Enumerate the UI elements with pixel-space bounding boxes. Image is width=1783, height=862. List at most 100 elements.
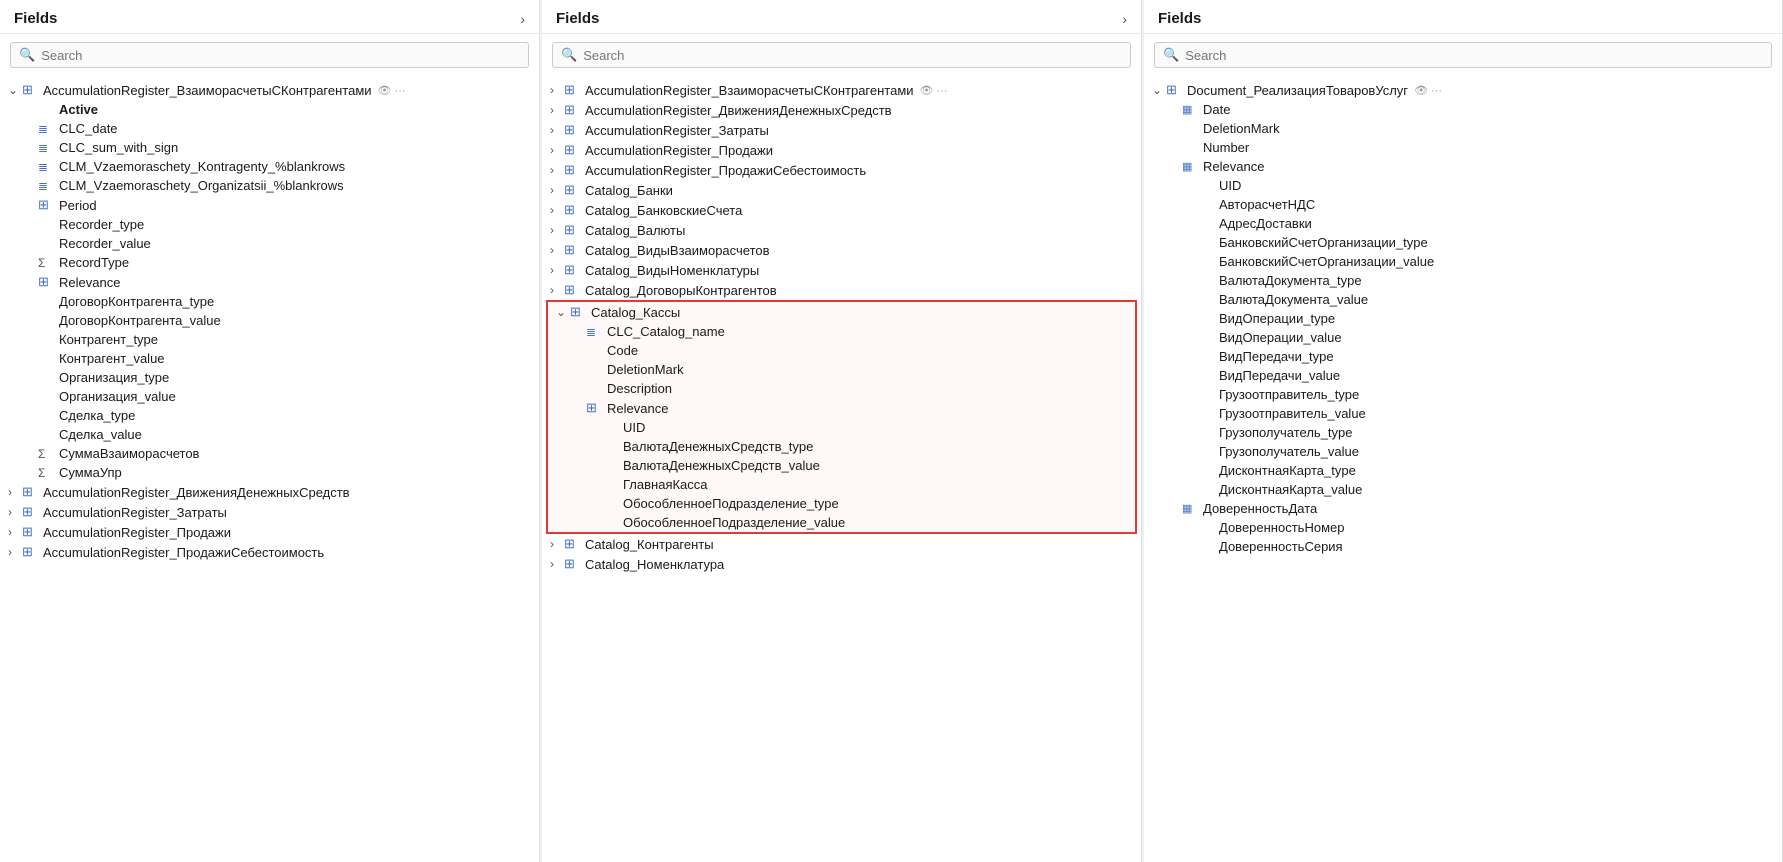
tree-item-label: UID bbox=[1219, 178, 1241, 193]
tree-item[interactable]: Number bbox=[1144, 138, 1782, 157]
tree-item[interactable]: ДоговорКонтрагента_type bbox=[0, 292, 539, 311]
tree-item[interactable]: ▦Date bbox=[1144, 100, 1782, 119]
tree-item[interactable]: ДисконтнаяКарта_value bbox=[1144, 480, 1782, 499]
tree-item-label: Грузополучатель_value bbox=[1219, 444, 1359, 459]
tree-item[interactable]: ›⊞AccumulationRegister_ДвиженияДенежныхС… bbox=[542, 100, 1141, 120]
middle-search-input[interactable] bbox=[583, 48, 1122, 63]
tree-item[interactable]: ›⊞Catalog_ДоговорыКонтрагентов bbox=[542, 280, 1141, 300]
tree-item-label: Catalog_БанковскиеСчета bbox=[585, 203, 742, 218]
middle-search-box[interactable]: 🔍 bbox=[552, 42, 1131, 68]
tree-item[interactable]: АвторасчетНДС bbox=[1144, 195, 1782, 214]
tree-item[interactable]: ›⊞AccumulationRegister_Продажи bbox=[0, 522, 539, 542]
tree-item[interactable]: АдресДоставки bbox=[1144, 214, 1782, 233]
tree-chevron: › bbox=[550, 163, 564, 177]
tree-item[interactable]: БанковскийСчетОрганизации_value bbox=[1144, 252, 1782, 271]
tree-item[interactable]: Грузополучатель_value bbox=[1144, 442, 1782, 461]
tree-item[interactable]: ДоверенностьНомер bbox=[1144, 518, 1782, 537]
tree-chevron: › bbox=[8, 505, 22, 519]
tree-item[interactable]: ›⊞Catalog_БанковскиеСчета bbox=[542, 200, 1141, 220]
tree-item[interactable]: ⊞Period bbox=[0, 195, 539, 215]
tree-item-label: ВидПередачи_type bbox=[1219, 349, 1334, 364]
tree-item[interactable]: Code bbox=[548, 341, 1135, 360]
tree-item[interactable]: ⊞Relevance bbox=[548, 398, 1135, 418]
tree-item[interactable]: Организация_type bbox=[0, 368, 539, 387]
tree-item[interactable]: ≣CLM_Vzaemoraschety_Organizatsii_%blankr… bbox=[0, 176, 539, 195]
tree-item[interactable]: ›⊞AccumulationRegister_Продажи bbox=[542, 140, 1141, 160]
tree-item[interactable]: Организация_value bbox=[0, 387, 539, 406]
tree-item[interactable]: ≣CLM_Vzaemoraschety_Kontragenty_%blankro… bbox=[0, 157, 539, 176]
left-search-input[interactable] bbox=[41, 48, 520, 63]
tree-item[interactable]: ≣CLC_date bbox=[0, 119, 539, 138]
tree-item[interactable]: Recorder_value bbox=[0, 234, 539, 253]
tree-item[interactable]: БанковскийСчетОрганизации_type bbox=[1144, 233, 1782, 252]
tree-item[interactable]: ⊞Relevance bbox=[0, 272, 539, 292]
tree-item[interactable]: ›⊞Catalog_Банки bbox=[542, 180, 1141, 200]
tree-item[interactable]: ΣСуммаВзаиморасчетов bbox=[0, 444, 539, 463]
tree-item[interactable]: DeletionMark bbox=[548, 360, 1135, 379]
tree-item[interactable]: Контрагент_type bbox=[0, 330, 539, 349]
tree-item[interactable]: ›⊞Catalog_Контрагенты bbox=[542, 534, 1141, 554]
tree-item-label: ДоговорКонтрагента_value bbox=[59, 313, 221, 328]
tree-item[interactable]: Active bbox=[0, 100, 539, 119]
left-tree: ⌄⊞AccumulationRegister_ВзаиморасчетыСКон… bbox=[0, 76, 539, 862]
tree-item[interactable]: ОбособленноеПодразделение_value bbox=[548, 513, 1135, 532]
tree-item[interactable]: Recorder_type bbox=[0, 215, 539, 234]
tree-item[interactable]: Грузополучатель_type bbox=[1144, 423, 1782, 442]
tree-chevron: › bbox=[550, 243, 564, 257]
tree-item[interactable]: ВидОперации_type bbox=[1144, 309, 1782, 328]
tree-item[interactable]: Контрагент_value bbox=[0, 349, 539, 368]
tree-item[interactable]: Грузоотправитель_type bbox=[1144, 385, 1782, 404]
tree-item[interactable]: DeletionMark bbox=[1144, 119, 1782, 138]
tree-item[interactable]: ›⊞Catalog_ВидыНоменклатуры bbox=[542, 260, 1141, 280]
tree-item[interactable]: ›⊞Catalog_Номенклатура bbox=[542, 554, 1141, 574]
tree-item[interactable]: ⌄⊞AccumulationRegister_ВзаиморасчетыСКон… bbox=[0, 80, 539, 100]
tree-item-label: ДоверенностьНомер bbox=[1219, 520, 1344, 535]
tree-item[interactable]: ›⊞AccumulationRegister_Затраты bbox=[542, 120, 1141, 140]
tree-item[interactable]: ≣CLC_sum_with_sign bbox=[0, 138, 539, 157]
tree-item-label: Catalog_Кассы bbox=[591, 305, 680, 320]
tree-item[interactable]: ΣRecordType bbox=[0, 253, 539, 272]
tree-item[interactable]: ›⊞Catalog_Валюты bbox=[542, 220, 1141, 240]
tree-item[interactable]: ▦Relevance bbox=[1144, 157, 1782, 176]
tree-item-label: АдресДоставки bbox=[1219, 216, 1312, 231]
tree-item[interactable]: ВалютаДенежныхСредств_value bbox=[548, 456, 1135, 475]
tree-item[interactable]: UID bbox=[1144, 176, 1782, 195]
tree-item[interactable]: Description bbox=[548, 379, 1135, 398]
left-panel-title: Fields bbox=[14, 10, 57, 27]
tree-item[interactable]: ВалютаДенежныхСредств_type bbox=[548, 437, 1135, 456]
tree-item[interactable]: ≣CLC_Catalog_name bbox=[548, 322, 1135, 341]
tree-item[interactable]: Сделка_value bbox=[0, 425, 539, 444]
tree-item[interactable]: ВидПередачи_type bbox=[1144, 347, 1782, 366]
tree-item[interactable]: ДисконтнаяКарта_type bbox=[1144, 461, 1782, 480]
tree-item[interactable]: ОбособленноеПодразделение_type bbox=[548, 494, 1135, 513]
tree-item[interactable]: UID bbox=[548, 418, 1135, 437]
right-search-input[interactable] bbox=[1185, 48, 1763, 63]
tree-item[interactable]: ВидОперации_value bbox=[1144, 328, 1782, 347]
tree-item[interactable]: ›⊞AccumulationRegister_ДвиженияДенежныхС… bbox=[0, 482, 539, 502]
tree-item[interactable]: ΣСуммаУпр bbox=[0, 463, 539, 482]
tree-item[interactable]: ›⊞AccumulationRegister_Затраты bbox=[0, 502, 539, 522]
tree-item[interactable]: ДоверенностьСерия bbox=[1144, 537, 1782, 556]
right-search-box[interactable]: 🔍 bbox=[1154, 42, 1772, 68]
tree-item[interactable]: ›⊞AccumulationRegister_ПродажиСебестоимо… bbox=[542, 160, 1141, 180]
tree-item[interactable]: Сделка_type bbox=[0, 406, 539, 425]
tree-item[interactable]: ВалютаДокумента_value bbox=[1144, 290, 1782, 309]
tree-item[interactable]: ⌄⊞Catalog_Кассы bbox=[548, 302, 1135, 322]
tree-item[interactable]: Грузоотправитель_value bbox=[1144, 404, 1782, 423]
tree-item[interactable]: ДоговорКонтрагента_value bbox=[0, 311, 539, 330]
table-icon: ⊞ bbox=[564, 262, 582, 278]
tree-item[interactable]: ›⊞AccumulationRegister_ВзаиморасчетыСКон… bbox=[542, 80, 1141, 100]
tree-item[interactable]: ›⊞Catalog_ВидыВзаиморасчетов bbox=[542, 240, 1141, 260]
left-panel-expand-icon[interactable]: › bbox=[520, 11, 525, 27]
tree-item-label: Грузоотправитель_type bbox=[1219, 387, 1359, 402]
tree-item[interactable]: ›⊞AccumulationRegister_ПродажиСебестоимо… bbox=[0, 542, 539, 562]
tree-item[interactable]: ВидПередачи_value bbox=[1144, 366, 1782, 385]
tree-item[interactable]: ВалютаДокумента_type bbox=[1144, 271, 1782, 290]
tree-chevron: › bbox=[550, 103, 564, 117]
tree-item[interactable]: ▦ДоверенностьДата bbox=[1144, 499, 1782, 518]
left-panel: Fields › 🔍 ⌄⊞AccumulationRegister_Взаимо… bbox=[0, 0, 540, 862]
tree-item[interactable]: ⌄⊞Document_РеализацияТоваровУслуг👁 ··· bbox=[1144, 80, 1782, 100]
tree-item[interactable]: ГлавнаяКасса bbox=[548, 475, 1135, 494]
left-search-box[interactable]: 🔍 bbox=[10, 42, 529, 68]
middle-panel-expand-icon[interactable]: › bbox=[1122, 11, 1127, 27]
